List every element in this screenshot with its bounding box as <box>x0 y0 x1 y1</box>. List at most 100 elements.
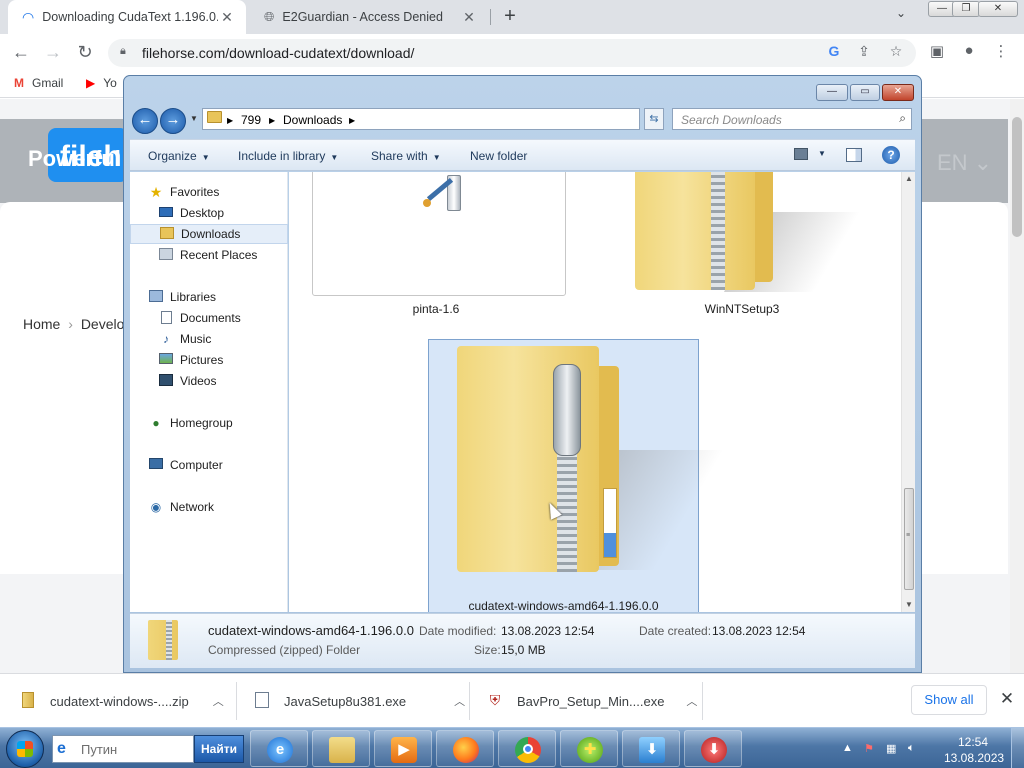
tab-close-icon[interactable]: ✕ <box>460 9 478 26</box>
show-all-button[interactable]: Show all <box>911 685 987 715</box>
nav-computer[interactable]: Computer <box>130 455 288 475</box>
tab-downloading-cudatext[interactable]: ◠ Downloading CudaText 1.196.0.0 ✕ <box>8 0 246 34</box>
breadcrumb-home[interactable]: Home <box>23 316 60 332</box>
download-item-javasetup[interactable]: JavaSetup8u381.exe ︿ <box>254 674 465 728</box>
address-bar[interactable]: 🔒︎ filehorse.com/download-cudatext/downl… <box>108 39 916 67</box>
chevron-up-icon[interactable]: ︿ <box>213 693 224 709</box>
url-text[interactable]: filehorse.com/download-cudatext/download… <box>142 45 414 61</box>
breadcrumb-arrow-icon[interactable]: ▶ <box>349 116 355 125</box>
help-icon[interactable]: ? <box>882 146 900 164</box>
new-tab-button[interactable]: + <box>498 5 522 29</box>
change-view-icon[interactable] <box>794 148 808 160</box>
taskbar-media-player[interactable]: ▶ <box>374 730 432 767</box>
preview-pane-icon[interactable] <box>846 148 862 162</box>
side-panel-icon[interactable]: ▣ <box>926 42 948 60</box>
taskbar-chrome[interactable] <box>498 730 556 767</box>
taskbar-search-button[interactable]: Найти <box>194 735 244 763</box>
explorer-window: — ▭ ✕ ← → ▼ ▶ 799 ▶ Downloads ▶ ▼ ⇆ Sear… <box>123 75 922 673</box>
taskbar-firefox[interactable] <box>436 730 494 767</box>
explorer-close-button[interactable]: ✕ <box>882 84 914 101</box>
nav-recent-places[interactable]: Recent Places <box>130 245 288 265</box>
scrollbar-thumb[interactable]: ≡ <box>904 488 914 590</box>
close-shelf-icon[interactable]: ✕ <box>998 689 1016 709</box>
organize-button[interactable]: Organize ▼ <box>148 149 210 163</box>
breadcrumb-downloads[interactable]: Downloads <box>283 113 342 127</box>
taskbar-downloader[interactable]: ⬇ <box>622 730 680 767</box>
nav-favorites[interactable]: ★ Favorites <box>130 182 288 202</box>
taskbar-add-program[interactable]: ✚ <box>560 730 618 767</box>
scroll-down-icon[interactable]: ▼ <box>902 600 916 609</box>
nav-downloads[interactable]: Downloads <box>130 224 288 244</box>
lock-icon[interactable]: 🔒︎ <box>120 45 126 58</box>
profile-avatar-icon[interactable]: ● <box>958 42 980 59</box>
bookmark-youtube[interactable]: ▶ Yo <box>86 76 117 90</box>
explorer-forward-button[interactable]: → <box>160 108 186 134</box>
taskbar-shield-installer[interactable]: ⬇ <box>684 730 742 767</box>
details-date-created-label: Date created: <box>639 624 712 638</box>
taskbar-search-box[interactable]: e Путин <box>52 735 194 763</box>
explorer-address-bar[interactable]: ▶ 799 ▶ Downloads ▶ ▼ <box>202 108 711 130</box>
breadcrumb-arrow-icon[interactable]: ▶ <box>269 116 275 125</box>
back-button[interactable]: ← <box>10 42 32 64</box>
computer-icon <box>148 458 164 472</box>
explorer-search-box[interactable]: Search Downloads ⌕ <box>672 108 912 130</box>
bookmark-gmail[interactable]: M Gmail <box>14 76 63 90</box>
tab-search-chevron-icon[interactable]: ⌄ <box>896 6 906 20</box>
bookmark-star-icon[interactable]: ☆ <box>886 43 906 60</box>
explorer-back-button[interactable]: ← <box>132 108 158 134</box>
download-item-cudatext[interactable]: cudatext-windows-....zip ︿ <box>20 674 224 728</box>
download-item-bavpro[interactable]: ⛨ BavPro_Setup_Min....exe ︿ <box>487 674 698 728</box>
explorer-maximize-button[interactable]: ▭ <box>850 84 880 101</box>
reload-button[interactable]: ↻ <box>74 42 96 64</box>
language-selector[interactable]: EN ⌄ <box>937 150 992 176</box>
nav-documents[interactable]: Documents <box>130 308 288 328</box>
nav-desktop[interactable]: Desktop <box>130 203 288 223</box>
include-in-library-button[interactable]: Include in library ▼ <box>238 149 338 163</box>
nav-network[interactable]: ◉ Network <box>130 497 288 517</box>
file-list-scrollbar[interactable]: ▲ ≡ ▼ <box>901 172 915 612</box>
nav-homegroup[interactable]: ● Homegroup <box>130 413 288 433</box>
downloads-folder-icon <box>159 227 175 241</box>
cmd-label: Include in library <box>238 149 326 163</box>
nav-music[interactable]: ♪ Music <box>130 329 288 349</box>
nav-pictures[interactable]: Pictures <box>130 350 288 370</box>
network-tray-icon[interactable]: ▦ <box>886 742 896 755</box>
taskbar-internet-explorer[interactable]: e <box>250 730 308 767</box>
tray-expand-icon[interactable]: ▲ <box>842 742 853 754</box>
window-close-button[interactable]: ✕ <box>978 1 1018 17</box>
clock-time[interactable]: 12:54 <box>958 735 988 749</box>
chevron-up-icon[interactable]: ︿ <box>454 693 465 709</box>
details-date-modified-label: Date modified: <box>419 624 497 638</box>
nav-videos[interactable]: Videos <box>130 371 288 391</box>
new-folder-button[interactable]: New folder <box>470 149 527 163</box>
chevron-up-icon[interactable]: ︿ <box>686 693 697 709</box>
taskbar-search-text[interactable]: Путин <box>81 742 117 757</box>
file-item-pinta[interactable]: pinta-1.6 <box>307 172 566 332</box>
tab-e2guardian[interactable]: 🌐︎ E2Guardian - Access Denied ✕ <box>250 0 488 34</box>
show-desktop-button[interactable] <box>1011 728 1024 768</box>
start-button[interactable] <box>6 730 44 768</box>
forward-button[interactable]: → <box>42 42 64 64</box>
clock-date[interactable]: 13.08.2023 <box>944 751 1004 765</box>
window-maximize-button[interactable]: ❐ <box>952 1 980 17</box>
chevron-down-icon[interactable]: ▼ <box>818 149 826 158</box>
breadcrumb-arrow-icon[interactable]: ▶ <box>227 116 233 125</box>
volume-icon[interactable]: 🔈︎ <box>908 742 915 755</box>
scroll-up-icon[interactable]: ▲ <box>902 174 916 183</box>
recent-pages-chevron-icon[interactable]: ▼ <box>190 114 198 123</box>
search-icon[interactable]: ⌕ <box>899 111 906 126</box>
explorer-minimize-button[interactable]: — <box>816 84 848 101</box>
breadcrumb-799[interactable]: 799 <box>241 113 261 127</box>
nav-libraries[interactable]: Libraries <box>130 287 288 307</box>
page-scrollbar-thumb[interactable] <box>1012 117 1022 237</box>
share-icon[interactable]: ⇪ <box>854 43 874 60</box>
menu-kebab-icon[interactable]: ⋮ <box>990 42 1012 60</box>
action-center-icon[interactable]: ⚑ <box>864 742 874 755</box>
tab-close-icon[interactable]: ✕ <box>218 9 236 26</box>
taskbar-windows-explorer[interactable] <box>312 730 370 767</box>
refresh-icon[interactable]: ⇆ <box>644 108 664 130</box>
google-lens-icon[interactable]: G <box>824 43 844 59</box>
file-item-winntsetup3[interactable]: WinNTSetup3 <box>607 172 877 332</box>
share-with-button[interactable]: Share with ▼ <box>371 149 441 163</box>
file-item-cudatext[interactable]: cudatext-windows-amd64-1.196.0.0 <box>428 339 724 612</box>
